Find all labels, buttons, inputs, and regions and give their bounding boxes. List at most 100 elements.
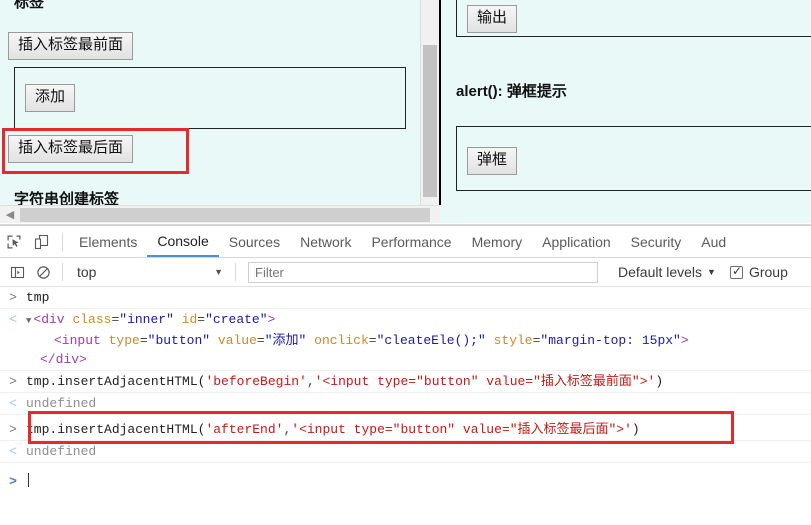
dom-input-tag: <input (54, 333, 101, 348)
console-input-text: tmp.insertAdjacentHTML('afterEnd','<inpu… (26, 420, 811, 439)
code-argument-html: '<input type="button" value="插入标签最前面">' (314, 374, 656, 389)
text-cursor (28, 473, 29, 487)
execution-context-dropdown[interactable]: top ▼ (69, 261, 229, 283)
alert-button[interactable]: 弹框 (467, 147, 518, 175)
prompt-chevron-icon: > (9, 474, 17, 489)
code-function-call: tmp.insertAdjacentHTML( (26, 422, 206, 437)
console-filter-input[interactable] (248, 261, 598, 283)
console-filter-bar: top ▼ Default levels ▼ Group (0, 258, 811, 287)
page-viewport: 标签 插入标签最前面 添加 插入标签最后面 字符串创建标签 输出 alert()… (0, 0, 811, 225)
code-comma: , (306, 374, 315, 389)
dom-val-style: "margin-top: 15px" (540, 333, 681, 348)
insert-before-begin-button[interactable]: 插入标签最前面 (8, 32, 134, 60)
tab-console[interactable]: Console (147, 226, 219, 257)
code-argument-position: 'afterEnd' (205, 422, 284, 437)
dom-attr-onclick: onclick (314, 333, 369, 348)
tab-elements[interactable]: Elements (69, 226, 147, 257)
alert-section-heading: alert(): 弹框提示 (456, 83, 567, 100)
dom-node-line-3: </div> (26, 350, 811, 369)
result-chevron-icon: < (9, 444, 17, 459)
group-similar-toggle[interactable]: Group (729, 264, 788, 280)
alert-container-box: 弹框 (456, 126, 811, 191)
device-toolbar-icon[interactable] (28, 228, 56, 256)
code-argument-position: 'beforeBegin' (205, 374, 307, 389)
result-chevron-icon: < (9, 396, 17, 411)
dom-val-value: "添加" (264, 333, 307, 348)
dom-val-onclick: "cleateEle();" (376, 333, 486, 348)
tab-network[interactable]: Network (290, 226, 361, 257)
tab-sources[interactable]: Sources (219, 226, 290, 257)
console-row-output-node[interactable]: < ▼ <div class="inner" id="create"> <inpu… (0, 309, 811, 371)
console-prompt-input[interactable] (26, 472, 811, 491)
clear-console-icon[interactable] (30, 260, 56, 284)
page-vertical-scrollbar[interactable] (420, 0, 438, 205)
filterbar-divider-1 (62, 263, 63, 281)
tab-performance[interactable]: Performance (361, 226, 461, 257)
dom-node-line-2: <input type="button" value="添加" onclick=… (54, 333, 689, 348)
tab-application[interactable]: Application (532, 226, 621, 257)
add-element-button[interactable]: 添加 (25, 84, 76, 112)
dom-val-class: "inner" (119, 312, 174, 327)
toolbar-divider (62, 232, 63, 251)
group-similar-label: Group (748, 264, 788, 280)
sidebar-icon[interactable] (4, 260, 30, 284)
code-function-call: tmp.insertAdjacentHTML( (26, 374, 206, 389)
devtools-screenshot: 标签 插入标签最前面 添加 插入标签最后面 字符串创建标签 输出 alert()… (0, 0, 811, 525)
console-input-text: tmp.insertAdjacentHTML('beforeBegin','<i… (26, 372, 811, 391)
code-argument-html: '<input type="button" value="插入标签最后面">' (291, 422, 632, 437)
code-paren-close: ) (655, 374, 664, 389)
output-button[interactable]: 输出 (467, 5, 518, 33)
dom-attr-class: class (72, 312, 112, 327)
console-row-input[interactable]: > tmp (0, 287, 811, 309)
devtools-panel: Elements Console Sources Network Perform… (0, 225, 811, 525)
console-result-text: undefined (26, 396, 97, 411)
dom-attr-id: id (181, 312, 198, 327)
console-row-output[interactable]: < undefined (0, 441, 811, 463)
log-levels-label: Default levels (618, 264, 703, 280)
page-horizontal-scrollbar-thumb[interactable] (20, 208, 430, 222)
group-similar-checkbox[interactable] (729, 264, 743, 279)
devtools-tabbar: Elements Console Sources Network Perform… (0, 226, 811, 258)
console-message-list[interactable]: > tmp < ▼ <div class="inner" id="create">… (0, 287, 811, 525)
gutter-spacer (0, 331, 26, 350)
log-levels-dropdown[interactable]: Default levels ▼ (618, 264, 716, 280)
tab-memory[interactable]: Memory (462, 226, 533, 257)
code-paren-close: ) (631, 422, 640, 437)
console-row-output[interactable]: < undefined (0, 393, 811, 415)
chevron-down-icon: ▼ (214, 267, 223, 277)
dom-tag-open: <div (33, 312, 65, 327)
dom-attr-type: type (108, 333, 140, 348)
page-cut-heading: 标签 (14, 0, 45, 11)
prompt-chevron-icon: > (9, 422, 17, 437)
result-chevron-icon: < (9, 312, 17, 327)
dom-val-type: "button" (147, 333, 211, 348)
scroll-left-arrow-icon[interactable]: ◀ (4, 209, 16, 221)
inspect-element-icon[interactable] (0, 228, 28, 256)
dom-node-line-1: ▼ <div class="inner" id="create"> (26, 312, 276, 327)
prompt-chevron-icon: > (9, 290, 17, 305)
gutter-spacer (0, 350, 26, 369)
filterbar-divider-2 (235, 263, 236, 281)
dom-div-close-tag: </div> (40, 352, 87, 367)
execution-context-value: top (77, 264, 97, 280)
tab-audits[interactable]: Aud (691, 226, 736, 257)
console-prompt-row[interactable]: > (0, 471, 811, 492)
page-vertical-scrollbar-thumb[interactable] (423, 45, 437, 197)
dom-attr-value: value (217, 333, 257, 348)
tab-security[interactable]: Security (621, 226, 692, 257)
page-horizontal-scrollbar[interactable]: ◀ (0, 205, 440, 223)
dom-val-id: "create" (205, 312, 268, 327)
console-result-text: undefined (26, 444, 97, 459)
dom-input-close-bracket: > (680, 333, 689, 348)
chevron-down-icon: ▼ (707, 267, 716, 277)
prompt-chevron-icon: > (9, 374, 17, 389)
dom-tag-close-bracket: > (267, 312, 276, 327)
page-column-divider (439, 0, 441, 205)
console-row-input-highlighted[interactable]: > tmp.insertAdjacentHTML('afterEnd','<in… (0, 419, 811, 441)
page-next-section-heading: 字符串创建标签 (14, 191, 120, 205)
console-row-input[interactable]: > tmp.insertAdjacentHTML('beforeBegin','… (0, 371, 811, 393)
dom-attr-style: style (493, 333, 533, 348)
page-right-column: 输出 alert(): 弹框提示 弹框 (442, 0, 811, 205)
insert-after-end-button[interactable]: 插入标签最后面 (8, 135, 134, 163)
expand-triangle-icon[interactable]: ▼ (26, 316, 31, 326)
